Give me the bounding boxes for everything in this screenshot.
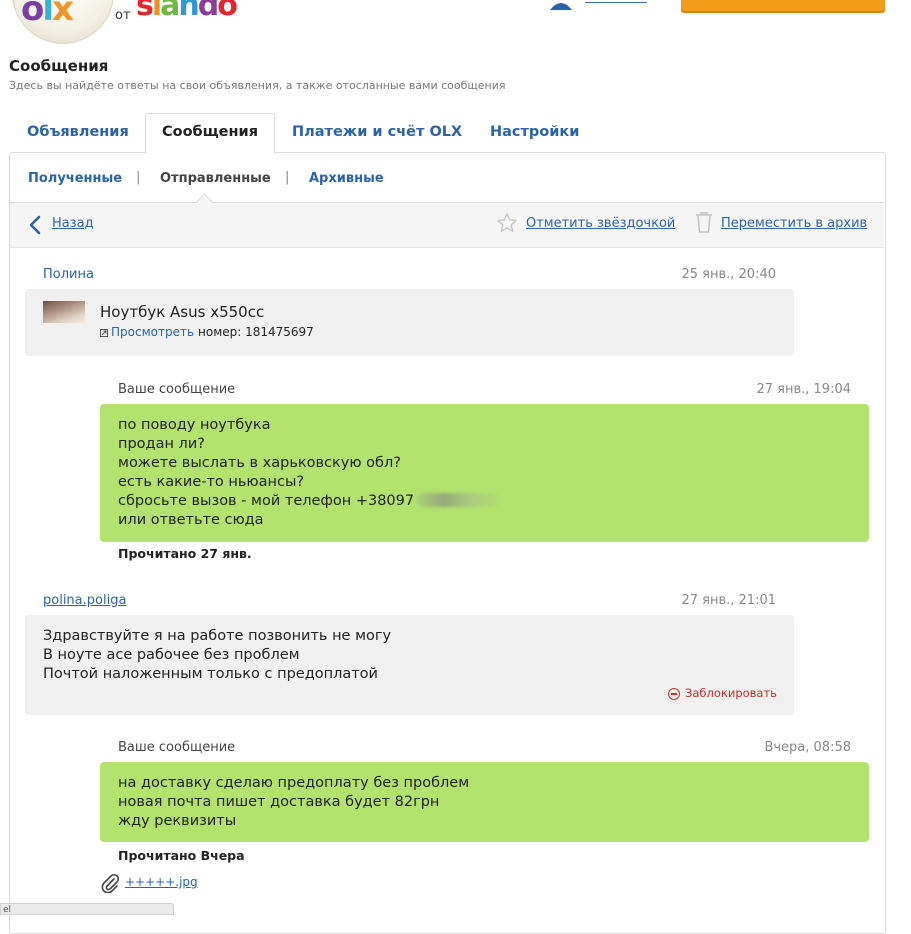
block-user-link[interactable]: Заблокировать — [668, 686, 777, 700]
message-author-link[interactable]: polina.poliga — [43, 593, 126, 608]
message-line: на доставку сделаю предоплату без пробле… — [118, 775, 470, 791]
olx-logo-text: olx — [21, 0, 74, 29]
logo-from-label: от — [115, 8, 131, 23]
ad-view-link[interactable]: Просмотреть — [111, 325, 194, 339]
subtab-sent[interactable]: Отправленные — [160, 171, 271, 186]
subtab-archived[interactable]: Архивные — [309, 171, 384, 186]
message-line: продан ли? — [118, 436, 205, 452]
read-status: Прочитано 27 янв. — [118, 546, 252, 561]
message-line-phone: сбросьте вызов - мой телефон +38097 — [118, 492, 499, 511]
star-link[interactable]: Отметить звёздочкой — [526, 216, 675, 231]
message-date: 27 янв., 21:01 — [681, 593, 776, 608]
ad-card — [25, 289, 794, 356]
message-date: 27 янв., 19:04 — [756, 382, 851, 397]
paperclip-icon — [101, 873, 120, 893]
message-line: по поводу ноутбука — [118, 417, 271, 433]
star-icon[interactable] — [496, 212, 518, 234]
attachment-link[interactable]: +++++.jpg — [125, 875, 198, 889]
tab-ads[interactable]: Объявления — [27, 114, 129, 152]
message-line: можете выслать в харьковскую обл? — [118, 455, 401, 471]
olx-logo[interactable]: olx — [12, 0, 114, 44]
ad-thumbnail[interactable] — [43, 301, 85, 323]
my-message-label: Ваше сообщение — [118, 740, 236, 755]
message-line: Здравствуйте я на работе позвонить не мо… — [43, 628, 392, 644]
subtab-separator: | — [136, 170, 141, 185]
my-message-label: Ваше сообщение — [118, 382, 236, 397]
archive-link[interactable]: Переместить в архив — [721, 216, 867, 231]
ad-number: номер: 181475697 — [198, 325, 314, 339]
trash-icon[interactable] — [694, 210, 714, 234]
page-title: Сообщения — [9, 57, 109, 75]
message-line: В ноуте асе рабочее без проблем — [43, 647, 300, 663]
tab-payments[interactable]: Платежи и счёт OLX — [292, 114, 462, 152]
slando-logo: slando — [136, 0, 238, 23]
tab-settings[interactable]: Настройки — [490, 114, 579, 152]
subtab-received[interactable]: Полученные — [28, 171, 122, 186]
redacted-phone — [416, 493, 499, 507]
page-subtitle: Здесь вы найдёте ответы на свои объявлен… — [9, 79, 506, 92]
external-link-icon — [100, 329, 108, 337]
post-ad-button[interactable] — [681, 0, 885, 13]
read-status: Прочитано Вчера — [118, 848, 245, 863]
chevron-left-icon[interactable] — [28, 215, 42, 235]
message-line: или ответьте сюда — [118, 512, 264, 528]
block-icon — [668, 688, 680, 700]
message-date: 25 янв., 20:40 — [681, 267, 776, 282]
user-icon[interactable] — [549, 0, 573, 10]
tab-messages[interactable]: Сообщения — [145, 113, 275, 154]
subtab-separator: | — [285, 170, 290, 185]
message-line: новая почта пишет доставка будет 82грн — [118, 794, 440, 810]
message-line: есть какие-то ньюансы? — [118, 474, 305, 490]
message-author: Полина — [43, 267, 94, 282]
message-line: Почтой наложенным только с предоплатой — [43, 666, 378, 682]
message-date: Вчера, 08:58 — [764, 740, 851, 755]
my-profile-link[interactable] — [585, 0, 647, 3]
message-line: жду реквизиты — [118, 813, 237, 829]
status-bar: el — [0, 903, 174, 915]
back-link[interactable]: Назад — [52, 216, 94, 231]
ad-title: Ноутбук Asus x550cc — [100, 303, 265, 321]
